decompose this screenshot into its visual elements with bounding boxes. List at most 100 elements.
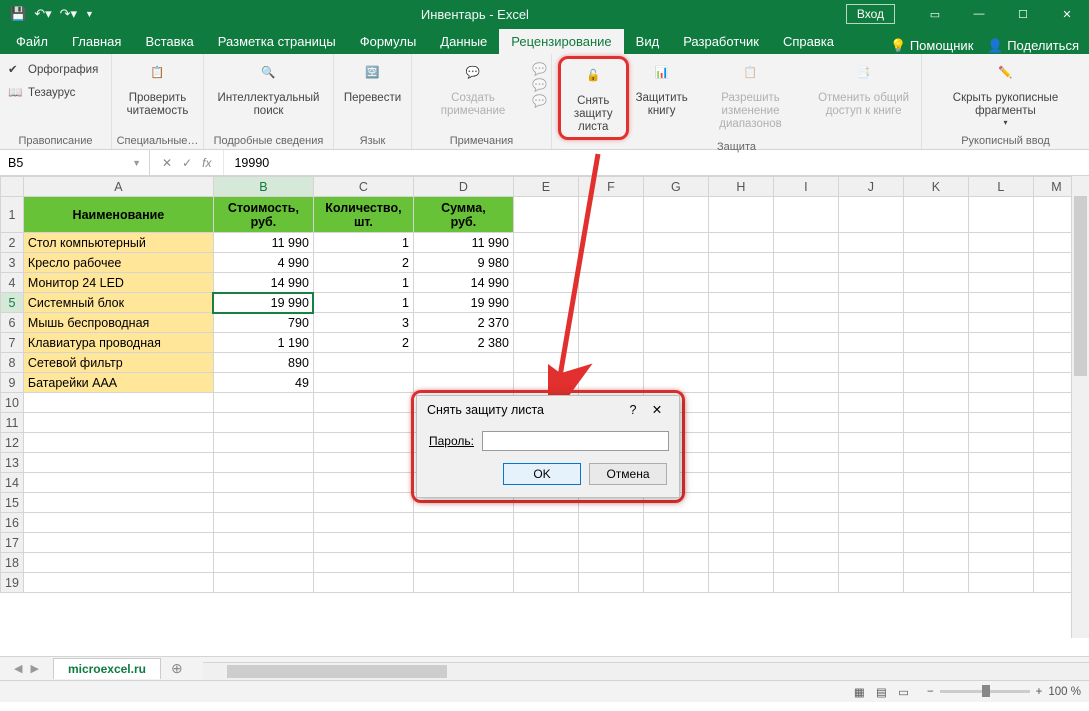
cell[interactable]: [513, 197, 578, 233]
tab-Данные[interactable]: Данные: [428, 29, 499, 54]
cell-A6[interactable]: Мышь беспроводная: [23, 313, 213, 333]
cell-C2[interactable]: 1: [313, 233, 413, 253]
cell-F2[interactable]: [578, 233, 643, 253]
hide-ink-button[interactable]: ✏️Скрыть рукописные фрагменты ▾: [926, 56, 1085, 130]
header-cell[interactable]: Стоимость,руб.: [213, 197, 313, 233]
tab-Вид[interactable]: Вид: [624, 29, 672, 54]
cell-E5[interactable]: [513, 293, 578, 313]
cell[interactable]: [513, 533, 578, 553]
cell-H7[interactable]: [708, 333, 773, 353]
cell[interactable]: [708, 533, 773, 553]
row-header-12[interactable]: 12: [1, 433, 24, 453]
cell-E3[interactable]: [513, 253, 578, 273]
cell-L3[interactable]: [968, 253, 1033, 273]
cell-K2[interactable]: [903, 233, 968, 253]
cell[interactable]: [903, 197, 968, 233]
column-header-L[interactable]: L: [968, 177, 1033, 197]
cell[interactable]: [643, 573, 708, 593]
cell[interactable]: [903, 433, 968, 453]
cell-F5[interactable]: [578, 293, 643, 313]
cell[interactable]: [773, 413, 838, 433]
column-header-B[interactable]: B: [213, 177, 313, 197]
row-header-19[interactable]: 19: [1, 573, 24, 593]
zoom-control[interactable]: − + 100 %: [927, 686, 1081, 698]
cell[interactable]: [23, 533, 213, 553]
cell-D6[interactable]: 2 370: [413, 313, 513, 333]
redo-icon[interactable]: ↷▾: [60, 6, 77, 22]
row-header-7[interactable]: 7: [1, 333, 24, 353]
formula-input[interactable]: 19990: [224, 156, 1089, 170]
cell-F7[interactable]: [578, 333, 643, 353]
spelling-button[interactable]: ✔Орфография: [4, 60, 102, 80]
cell-K7[interactable]: [903, 333, 968, 353]
cell-G2[interactable]: [643, 233, 708, 253]
page-break-view-icon[interactable]: ▭: [894, 687, 913, 699]
cell[interactable]: [313, 533, 413, 553]
column-header-A[interactable]: A: [23, 177, 213, 197]
cell[interactable]: [838, 453, 903, 473]
cell[interactable]: [708, 413, 773, 433]
cell[interactable]: [903, 473, 968, 493]
cancel-button[interactable]: Отмена: [589, 463, 667, 485]
cell-I3[interactable]: [773, 253, 838, 273]
cell-D3[interactable]: 9 980: [413, 253, 513, 273]
cell[interactable]: [773, 473, 838, 493]
cell[interactable]: [968, 513, 1033, 533]
translate-button[interactable]: 🈳Перевести: [338, 56, 407, 107]
cell[interactable]: [23, 393, 213, 413]
cell-D4[interactable]: 14 990: [413, 273, 513, 293]
header-cell[interactable]: Сумма,руб.: [413, 197, 513, 233]
cell[interactable]: [413, 533, 513, 553]
cell[interactable]: [838, 493, 903, 513]
cell[interactable]: [513, 553, 578, 573]
cell-H9[interactable]: [708, 373, 773, 393]
cell[interactable]: [773, 433, 838, 453]
cell-H8[interactable]: [708, 353, 773, 373]
cell[interactable]: [838, 433, 903, 453]
cell[interactable]: [838, 413, 903, 433]
ribbon-options-icon[interactable]: ▭: [913, 0, 957, 28]
cell[interactable]: [903, 553, 968, 573]
row-header-14[interactable]: 14: [1, 473, 24, 493]
column-header-F[interactable]: F: [578, 177, 643, 197]
row-header-15[interactable]: 15: [1, 493, 24, 513]
sheet-tab[interactable]: microexcel.ru: [53, 658, 161, 679]
share-button[interactable]: 👤 Поделиться: [987, 38, 1079, 54]
cell[interactable]: [708, 493, 773, 513]
cell[interactable]: [773, 197, 838, 233]
row-header-3[interactable]: 3: [1, 253, 24, 273]
cancel-formula-icon[interactable]: ✕: [162, 156, 172, 170]
cell-L6[interactable]: [968, 313, 1033, 333]
column-header-H[interactable]: H: [708, 177, 773, 197]
cell-I6[interactable]: [773, 313, 838, 333]
cell[interactable]: [903, 513, 968, 533]
cell[interactable]: [313, 493, 413, 513]
cell-C6[interactable]: 3: [313, 313, 413, 333]
select-all-corner[interactable]: [1, 177, 24, 197]
ok-button[interactable]: OK: [503, 463, 581, 485]
row-header-8[interactable]: 8: [1, 353, 24, 373]
cell[interactable]: [903, 573, 968, 593]
name-box[interactable]: B5▼: [0, 150, 150, 175]
cell-J6[interactable]: [838, 313, 903, 333]
cell[interactable]: [313, 573, 413, 593]
sheet-nav-prev-icon[interactable]: ◀: [14, 662, 22, 675]
cell-I9[interactable]: [773, 373, 838, 393]
cell[interactable]: [23, 513, 213, 533]
cell[interactable]: [213, 553, 313, 573]
cell-C3[interactable]: 2: [313, 253, 413, 273]
cell[interactable]: [513, 573, 578, 593]
cell[interactable]: [643, 197, 708, 233]
cell-J8[interactable]: [838, 353, 903, 373]
cell[interactable]: [773, 573, 838, 593]
cell-L2[interactable]: [968, 233, 1033, 253]
cell[interactable]: [213, 473, 313, 493]
cell[interactable]: [708, 393, 773, 413]
cell[interactable]: [23, 553, 213, 573]
cell[interactable]: [313, 393, 413, 413]
column-header-D[interactable]: D: [413, 177, 513, 197]
minimize-button[interactable]: —: [957, 0, 1001, 28]
cell-I4[interactable]: [773, 273, 838, 293]
cell-B2[interactable]: 11 990: [213, 233, 313, 253]
cell[interactable]: [643, 553, 708, 573]
